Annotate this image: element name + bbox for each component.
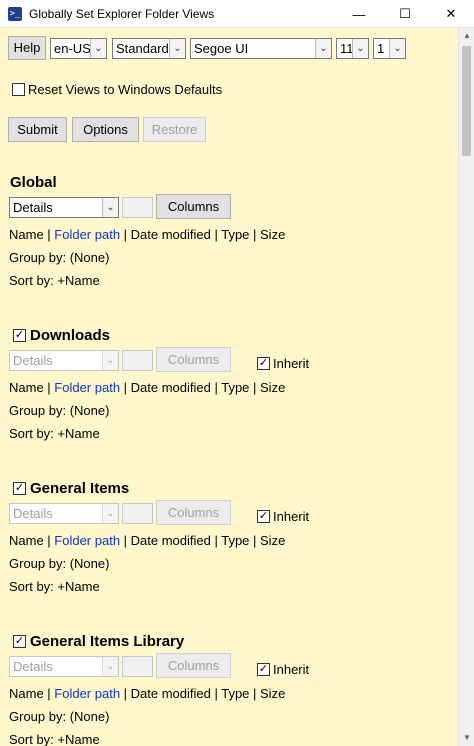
close-button[interactable]: ✕ <box>428 0 474 28</box>
view-select-value: Details <box>13 506 53 521</box>
downloads-inherit-checkbox[interactable]: ✓ <box>257 357 270 370</box>
chevron-down-icon: ⌄ <box>352 39 368 58</box>
downloads-sort-by: Sort by: +Name <box>9 426 100 441</box>
general-items-preview-box <box>122 503 153 524</box>
help-button[interactable]: Help <box>8 36 46 60</box>
chevron-down-icon: ⌄ <box>169 39 185 58</box>
chevron-down-icon: ⌄ <box>102 198 118 217</box>
downloads-columns-button[interactable]: Columns <box>156 347 231 372</box>
general-items-columns-button[interactable]: Columns <box>156 500 231 525</box>
chevron-down-icon: ⌄ <box>315 39 331 58</box>
general-items-sort-by: Sort by: +Name <box>9 579 100 594</box>
scale-select-value: 1 <box>377 41 385 56</box>
general-items-inherit-checkbox[interactable]: ✓ <box>257 510 270 523</box>
general-items-library-view-select[interactable]: Details ⌄ <box>9 656 119 677</box>
general-items-library-sort-by: Sort by: +Name <box>9 732 100 746</box>
vertical-scrollbar[interactable]: ▲ ▼ <box>458 28 474 746</box>
general-items-library-group-by: Group by: (None) <box>9 709 110 724</box>
general-items-library-inherit-label: Inherit <box>273 662 310 677</box>
scale-select[interactable]: 1 ⌄ <box>373 38 406 59</box>
close-icon: ✕ <box>445 6 457 21</box>
minimize-icon: — <box>352 6 366 22</box>
global-group-by: Group by: (None) <box>9 250 110 265</box>
downloads-columns-list: Name | Folder path | Date modified | Typ… <box>9 380 286 395</box>
section-title-global: Global <box>10 174 57 191</box>
reset-views-label: Reset Views to Windows Defaults <box>28 82 223 97</box>
folder-path-link[interactable]: Folder path <box>54 380 120 395</box>
maximize-icon: ☐ <box>399 6 411 21</box>
font-size-select[interactable]: 11 ⌄ <box>336 38 369 59</box>
general-items-columns-list: Name | Folder path | Date modified | Typ… <box>9 533 286 548</box>
reset-views-checkbox[interactable] <box>12 83 25 96</box>
section-title-general-items-library: General Items Library <box>30 633 185 650</box>
general-items-library-inherit-checkbox[interactable]: ✓ <box>257 663 270 676</box>
view-select-value: Details <box>13 353 53 368</box>
options-button[interactable]: Options <box>72 117 139 142</box>
downloads-checkbox[interactable]: ✓ <box>13 329 26 342</box>
chevron-down-icon: ⌄ <box>102 351 118 370</box>
style-select-value: Standard <box>116 41 169 56</box>
restore-button[interactable]: Restore <box>143 117 206 142</box>
chevron-down-icon: ⌄ <box>102 657 118 676</box>
style-select[interactable]: Standard ⌄ <box>112 38 186 59</box>
view-select-value: Details <box>13 200 53 215</box>
section-title-general-items: General Items <box>30 480 130 497</box>
general-items-library-columns-list: Name | Folder path | Date modified | Typ… <box>9 686 286 701</box>
folder-path-link[interactable]: Folder path <box>54 227 120 242</box>
general-items-library-preview-box <box>122 656 153 677</box>
scroll-down-icon[interactable]: ▼ <box>459 730 474 746</box>
global-columns-list: Name | Folder path | Date modified | Typ… <box>9 227 286 242</box>
general-items-view-select[interactable]: Details ⌄ <box>9 503 119 524</box>
font-select-value: Segoe UI <box>194 41 249 56</box>
downloads-group-by: Group by: (None) <box>9 403 110 418</box>
section-title-downloads: Downloads <box>30 327 111 344</box>
global-view-select[interactable]: Details ⌄ <box>9 197 119 218</box>
downloads-preview-box <box>122 350 153 371</box>
general-items-library-columns-button[interactable]: Columns <box>156 653 231 678</box>
general-items-group-by: Group by: (None) <box>9 556 110 571</box>
downloads-view-select[interactable]: Details ⌄ <box>9 350 119 371</box>
scrollbar-thumb[interactable] <box>462 46 471 156</box>
font-select[interactable]: Segoe UI ⌄ <box>190 38 332 59</box>
folder-path-link[interactable]: Folder path <box>54 533 120 548</box>
folder-path-link[interactable]: Folder path <box>54 686 120 701</box>
chevron-down-icon: ⌄ <box>389 39 405 58</box>
window-title: Globally Set Explorer Folder Views <box>29 6 215 21</box>
general-items-library-checkbox[interactable]: ✓ <box>13 635 26 648</box>
main-panel: Help en-US ⌄ Standard ⌄ Segoe UI ⌄ 11 ⌄ … <box>0 28 458 746</box>
minimize-button[interactable]: — <box>336 0 382 28</box>
title-bar: >_ Globally Set Explorer Folder Views — … <box>0 0 474 28</box>
global-preview-box <box>122 197 153 218</box>
language-select[interactable]: en-US ⌄ <box>50 38 107 59</box>
downloads-inherit-label: Inherit <box>273 356 310 371</box>
global-columns-button[interactable]: Columns <box>156 194 231 219</box>
maximize-button[interactable]: ☐ <box>382 0 428 28</box>
submit-button[interactable]: Submit <box>8 117 67 142</box>
scroll-up-icon[interactable]: ▲ <box>459 28 474 44</box>
chevron-down-icon: ⌄ <box>102 504 118 523</box>
general-items-inherit-label: Inherit <box>273 509 310 524</box>
chevron-down-icon: ⌄ <box>90 39 106 58</box>
view-select-value: Details <box>13 659 53 674</box>
general-items-checkbox[interactable]: ✓ <box>13 482 26 495</box>
global-sort-by: Sort by: +Name <box>9 273 100 288</box>
powershell-icon: >_ <box>8 6 22 21</box>
language-select-value: en-US <box>54 41 91 56</box>
